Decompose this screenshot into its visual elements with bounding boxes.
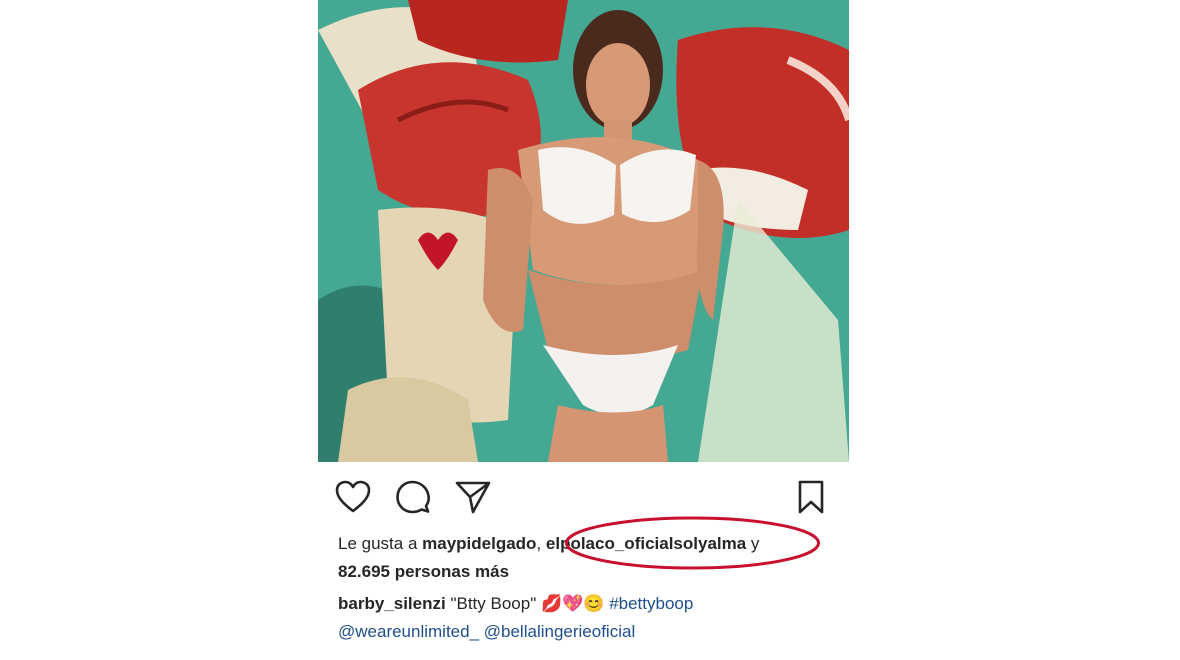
likes-prefix: Le gusta a <box>338 534 423 553</box>
action-bar <box>318 470 849 522</box>
caption-author[interactable]: barby_silenzi <box>338 594 446 613</box>
liker-username-1[interactable]: maypidelgado <box>422 534 536 553</box>
paper-plane-icon <box>455 481 491 514</box>
post-photo[interactable] <box>318 0 849 462</box>
comment-button[interactable] <box>394 478 432 516</box>
share-button[interactable] <box>454 478 492 516</box>
caption-hashtag[interactable]: #bettyboop <box>604 594 693 613</box>
caption-text: "Btty Boop" <box>445 594 541 613</box>
likes-count[interactable]: 82.695 personas más <box>338 562 509 581</box>
likes-line-1: Le gusta a maypidelgado, elpolaco_oficia… <box>338 530 838 558</box>
caption-line-1: barby_silenzi "Btty Boop" 💋💖😊 #bettyboop <box>338 590 848 618</box>
like-button[interactable] <box>334 478 372 516</box>
caption-line-2: @weareunlimited_ @bellalingerieoficial <box>338 618 848 646</box>
likes-separator: , <box>536 534 546 553</box>
save-button[interactable] <box>792 478 830 516</box>
post-caption: barby_silenzi "Btty Boop" 💋💖😊 #bettyboop… <box>338 590 848 646</box>
caption-emojis: 💋💖😊 <box>540 594 605 613</box>
liker-username-2[interactable]: elpolaco_oficialsolyalma <box>546 534 746 553</box>
instagram-post: Le gusta a maypidelgado, elpolaco_oficia… <box>318 0 849 652</box>
post-photo-illustration <box>318 0 849 462</box>
bookmark-icon <box>798 480 824 514</box>
likes-line-2: 82.695 personas más <box>338 558 838 586</box>
comment-bubble-icon <box>396 480 430 514</box>
heart-outline-icon <box>335 480 371 513</box>
likes-summary: Le gusta a maypidelgado, elpolaco_oficia… <box>338 530 838 586</box>
caption-mention-1[interactable]: @weareunlimited_ <box>338 622 479 641</box>
likes-trailing: y <box>746 534 760 553</box>
caption-mention-2[interactable]: @bellalingerieoficial <box>479 622 635 641</box>
